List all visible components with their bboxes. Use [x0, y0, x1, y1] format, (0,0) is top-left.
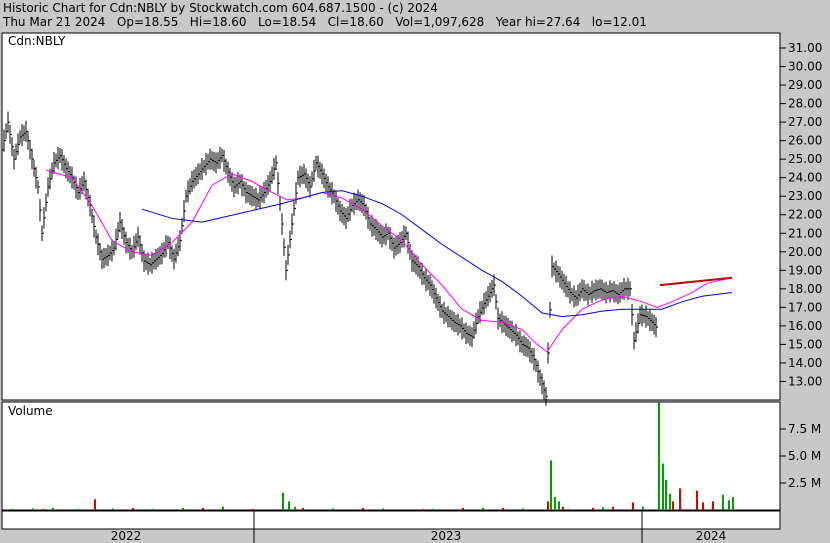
price-tick-label: 27.00	[788, 115, 822, 129]
volume-bar-up	[32, 508, 34, 510]
volume-bar-up	[722, 494, 724, 510]
volume-bar-up	[152, 508, 154, 510]
price-tick-label: 22.00	[788, 208, 822, 222]
price-tick-label: 13.00	[788, 374, 822, 388]
volume-tick-label: 2.5 M	[788, 476, 821, 490]
year-label: 2023	[431, 529, 462, 543]
price-tick-label: 26.00	[788, 134, 822, 148]
volume-bar-up	[602, 507, 604, 510]
volume-bar-up	[52, 507, 54, 510]
price-tick-label: 30.00	[788, 60, 822, 74]
volume-tick-label: 7.5 M	[788, 422, 821, 436]
price-volume-chart: 13.00 14.00 15.00 16.00 17.00 18.00 19.00 20.00…	[1, 32, 822, 543]
volume-bar-up	[522, 508, 524, 510]
price-tick-label: 31.00	[788, 41, 822, 55]
volume-bar-up	[112, 508, 114, 510]
volume-bar-up	[332, 508, 334, 510]
price-panel	[1, 32, 781, 401]
volume-bar-up	[732, 497, 734, 510]
price-tick-label: 29.00	[788, 78, 822, 92]
price-tick-label: 28.00	[788, 97, 822, 111]
volume-bar-up	[12, 508, 14, 510]
symbol-label: Cdn:NBLY	[8, 34, 66, 48]
price-tick-label: 23.00	[788, 189, 822, 203]
volume-bar-up	[482, 507, 484, 510]
year-label: 2022	[111, 529, 142, 543]
volume-bar-up	[642, 506, 644, 510]
volume-bar-down	[712, 501, 714, 510]
volume-bar-down	[632, 502, 634, 510]
volume-bar-up	[669, 493, 671, 510]
volume-bar-down	[672, 501, 674, 510]
price-tick-label: 24.00	[788, 171, 822, 185]
price-tick-label: 17.00	[788, 300, 822, 314]
volume-bar-down	[502, 507, 504, 510]
volume-bar-down	[132, 507, 134, 510]
volume-bar-up	[728, 500, 730, 510]
volume-bar-up	[550, 460, 552, 510]
volume-bar-up	[282, 492, 284, 510]
volume-bar-up	[222, 506, 224, 510]
price-tick-label: 25.00	[788, 152, 822, 166]
volume-bar-down	[422, 508, 424, 510]
price-tick-label: 14.00	[788, 356, 822, 370]
volume-bar-down	[252, 508, 254, 510]
price-y-axis: 13.00 14.00 15.00 16.00 17.00 18.00 19.00 20.00…	[780, 41, 822, 388]
volume-bar-down	[42, 508, 44, 510]
volume-bar-down	[302, 507, 304, 510]
volume-bar-down	[679, 488, 681, 510]
volume-bar-up	[382, 508, 384, 510]
volume-bar-up	[554, 497, 556, 510]
volume-bar-up	[658, 402, 660, 510]
volume-bar-up	[662, 463, 664, 510]
volume-bar-down	[202, 507, 204, 510]
volume-bar-down	[562, 506, 564, 510]
price-tick-label: 21.00	[788, 226, 822, 240]
volume-bar-up	[294, 506, 296, 510]
volume-bar-down	[362, 507, 364, 510]
volume-bar-down	[612, 506, 614, 510]
volume-y-axis: 2.5 M 5.0 M 7.5 M	[780, 422, 821, 490]
price-tick-label: 18.00	[788, 282, 822, 296]
price-tick-label: 19.00	[788, 263, 822, 277]
date-axis-strip	[1, 510, 781, 530]
volume-bar-down	[592, 507, 594, 510]
volume-bar-down	[462, 507, 464, 510]
volume-bar-down	[547, 501, 549, 510]
volume-tick-label: 5.0 M	[788, 449, 821, 463]
price-tick-label: 20.00	[788, 245, 822, 259]
price-tick-label: 16.00	[788, 319, 822, 333]
volume-bar-up	[432, 508, 434, 510]
volume-bar-up	[558, 501, 560, 510]
volume-panel-label: Volume	[8, 404, 53, 418]
volume-bar-down	[94, 499, 96, 510]
price-tick-label: 15.00	[788, 337, 822, 351]
volume-bar-down	[696, 490, 698, 510]
volume-bar-up	[288, 501, 290, 510]
volume-bar-up	[77, 508, 79, 510]
chart-window: Historic Chart for Cdn:NBLY by Stockwatc…	[0, 0, 830, 543]
volume-bar-up	[665, 479, 667, 510]
year-label: 2024	[696, 529, 727, 543]
volume-bar-down	[702, 502, 704, 510]
volume-bar-up	[182, 507, 184, 510]
